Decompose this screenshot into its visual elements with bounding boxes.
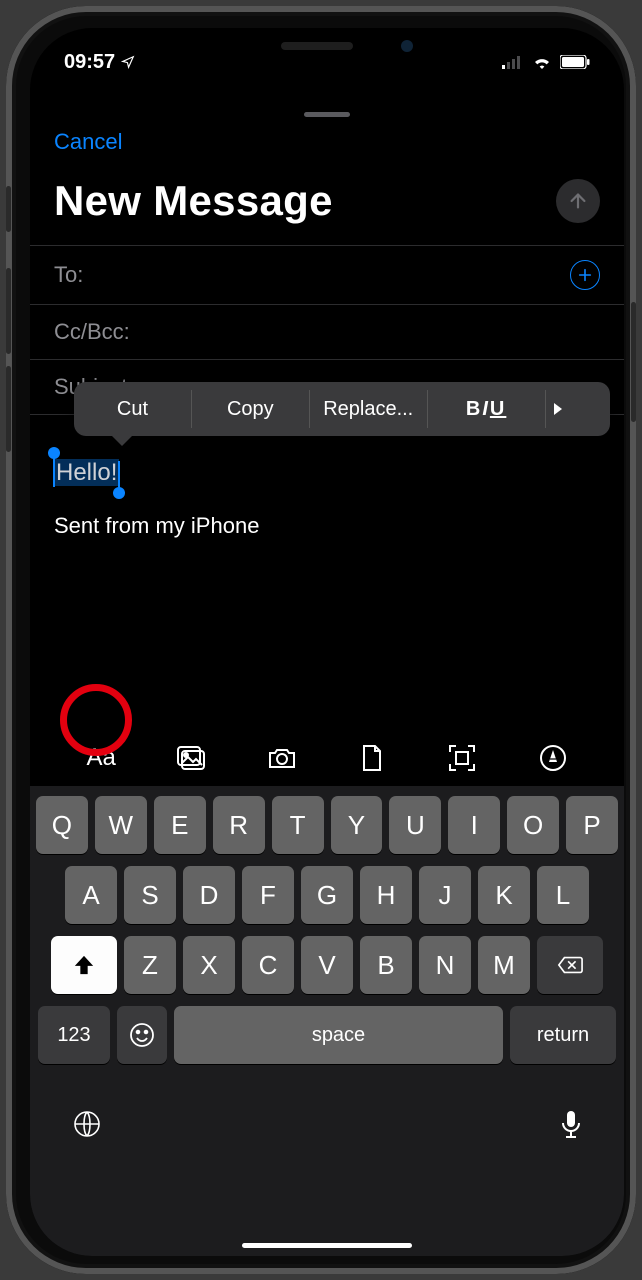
key-b[interactable]: B	[360, 936, 412, 994]
key-t[interactable]: T	[272, 796, 324, 854]
mic-icon	[560, 1109, 582, 1139]
status-time: 09:57	[64, 51, 115, 74]
keyboard-row-4: 123 space return	[36, 1006, 618, 1064]
key-g[interactable]: G	[301, 866, 353, 924]
edit-menu-copy[interactable]: Copy	[192, 398, 309, 421]
keyboard: Q W E R T Y U I O P A S D F G H	[30, 786, 624, 1256]
keyboard-row-2: A S D F G H J K L	[36, 866, 618, 924]
markup-button[interactable]	[533, 738, 573, 778]
key-z[interactable]: Z	[124, 936, 176, 994]
insert-photo-button[interactable]	[171, 738, 211, 778]
key-c[interactable]: C	[242, 936, 294, 994]
camera-button[interactable]	[262, 738, 302, 778]
to-field[interactable]: To:	[30, 245, 624, 305]
add-contact-button[interactable]	[570, 260, 600, 290]
to-label: To:	[54, 262, 83, 288]
biu-bold: B	[466, 398, 482, 420]
scan-document-button[interactable]	[442, 738, 482, 778]
signature-text: Sent from my iPhone	[30, 495, 624, 549]
send-button[interactable]	[556, 179, 600, 223]
ccbcc-field[interactable]: Cc/Bcc:	[30, 305, 624, 360]
key-dictation[interactable]	[560, 1109, 582, 1139]
triangle-right-icon	[552, 402, 564, 416]
page-title: New Message	[54, 177, 333, 225]
key-m[interactable]: M	[478, 936, 530, 994]
text-selection[interactable]: Hello!	[54, 459, 119, 487]
edit-menu-replace[interactable]: Replace...	[310, 398, 427, 421]
key-p[interactable]: P	[566, 796, 618, 854]
biu-underline: U	[490, 398, 506, 420]
photos-icon	[176, 745, 206, 771]
key-emoji[interactable]	[117, 1006, 167, 1064]
key-space[interactable]: space	[174, 1006, 503, 1064]
key-w[interactable]: W	[95, 796, 147, 854]
key-x[interactable]: X	[183, 936, 235, 994]
key-123[interactable]: 123	[38, 1006, 110, 1064]
file-icon	[361, 744, 383, 772]
key-a[interactable]: A	[65, 866, 117, 924]
battery-icon	[560, 55, 590, 69]
selected-text: Hello!	[54, 459, 119, 486]
key-s[interactable]: S	[124, 866, 176, 924]
edit-menu-more[interactable]	[546, 402, 610, 416]
markup-icon	[539, 744, 567, 772]
keyboard-row-3: Z X C V B N M	[36, 936, 618, 994]
edit-menu-biu[interactable]: BIU	[428, 398, 545, 421]
biu-italic: I	[482, 398, 490, 420]
wifi-icon	[532, 55, 552, 69]
globe-icon	[72, 1109, 102, 1139]
key-y[interactable]: Y	[331, 796, 383, 854]
camera-icon	[267, 746, 297, 770]
ccbcc-label: Cc/Bcc:	[54, 319, 130, 345]
cellular-icon	[502, 55, 524, 69]
speaker-grille	[281, 42, 353, 50]
delete-icon	[557, 955, 583, 975]
key-i[interactable]: I	[448, 796, 500, 854]
key-o[interactable]: O	[507, 796, 559, 854]
arrow-up-icon	[567, 190, 589, 212]
key-d[interactable]: D	[183, 866, 235, 924]
location-icon	[121, 55, 135, 69]
attach-file-button[interactable]	[352, 738, 392, 778]
keyboard-row-1: Q W E R T Y U I O P	[36, 796, 618, 854]
key-globe[interactable]	[72, 1109, 102, 1139]
plus-icon	[577, 267, 593, 283]
sheet-grabber[interactable]	[304, 112, 350, 117]
key-u[interactable]: U	[389, 796, 441, 854]
compose-sheet: Cancel New Message To: Cc/Bcc: Subject:	[30, 102, 624, 1256]
key-return[interactable]: return	[510, 1006, 616, 1064]
key-delete[interactable]	[537, 936, 603, 994]
front-camera	[401, 40, 413, 52]
subject-field[interactable]: Subject: Cut Copy Replace... BIU	[30, 360, 624, 415]
key-k[interactable]: K	[478, 866, 530, 924]
key-j[interactable]: J	[419, 866, 471, 924]
key-shift[interactable]	[51, 936, 117, 994]
cancel-button[interactable]: Cancel	[30, 121, 146, 163]
scan-icon	[448, 744, 476, 772]
shift-icon	[73, 954, 95, 976]
key-f[interactable]: F	[242, 866, 294, 924]
emoji-icon	[129, 1022, 155, 1048]
home-indicator[interactable]	[242, 1243, 412, 1248]
key-q[interactable]: Q	[36, 796, 88, 854]
key-h[interactable]: H	[360, 866, 412, 924]
key-l[interactable]: L	[537, 866, 589, 924]
annotation-circle	[60, 684, 132, 756]
edit-menu: Cut Copy Replace... BIU	[74, 382, 610, 436]
key-v[interactable]: V	[301, 936, 353, 994]
device-notch	[198, 28, 456, 64]
key-r[interactable]: R	[213, 796, 265, 854]
key-e[interactable]: E	[154, 796, 206, 854]
key-n[interactable]: N	[419, 936, 471, 994]
edit-menu-cut[interactable]: Cut	[74, 398, 191, 421]
